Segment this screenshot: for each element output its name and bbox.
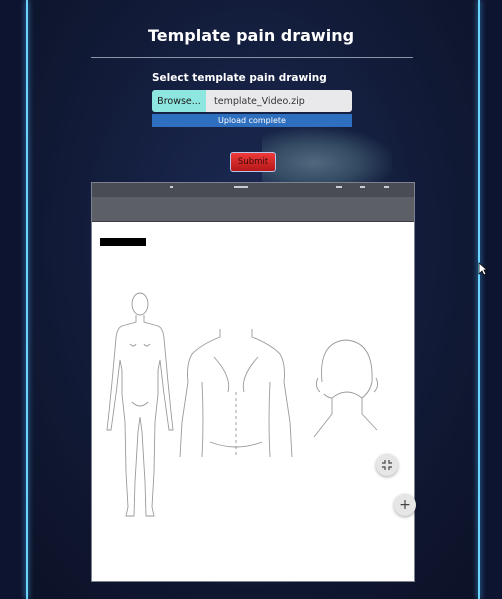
left-accent-line (26, 0, 28, 599)
front-figure-body (106, 315, 174, 517)
viewer-toolbar (92, 197, 414, 222)
body-outline-drawing (106, 292, 379, 517)
upload-progress-bar: Upload complete (152, 114, 352, 127)
front-figure-chest (129, 343, 151, 347)
anatomy-background-image (262, 128, 392, 186)
right-margin (480, 0, 502, 599)
collapse-glyph (382, 460, 392, 470)
zoom-in-icon[interactable]: + (394, 494, 416, 516)
submit-button[interactable]: Submit (230, 152, 276, 172)
collapse-icon[interactable] (376, 454, 398, 476)
file-input[interactable]: Browse... template_Video.zip (152, 90, 352, 112)
title-bar-mark (360, 186, 365, 188)
head-back-ears (315, 377, 379, 393)
file-name-field[interactable]: template_Video.zip (206, 90, 352, 112)
back-figure-scapulae (213, 356, 259, 393)
head-back-view (313, 339, 378, 438)
head-back-hairline (331, 391, 363, 399)
browse-button[interactable]: Browse... (152, 90, 206, 112)
pain-drawing-viewer[interactable] (91, 182, 415, 582)
front-figure-pelvis (131, 401, 149, 407)
title-bar-mark (170, 186, 173, 188)
title-bar-mark (336, 186, 342, 188)
front-figure-head (131, 292, 149, 316)
redacted-bar (100, 238, 146, 246)
viewer-title-bar (92, 183, 414, 197)
title-bar-mark (384, 186, 389, 188)
select-template-label: Select template pain drawing (152, 72, 327, 84)
right-accent-line (478, 0, 480, 599)
page-title: Template pain drawing (147, 26, 355, 45)
left-margin (0, 0, 26, 599)
title-bar-mark (234, 186, 248, 188)
title-divider (91, 57, 413, 58)
drawing-page[interactable] (92, 222, 414, 581)
mouse-cursor-icon (478, 262, 488, 276)
